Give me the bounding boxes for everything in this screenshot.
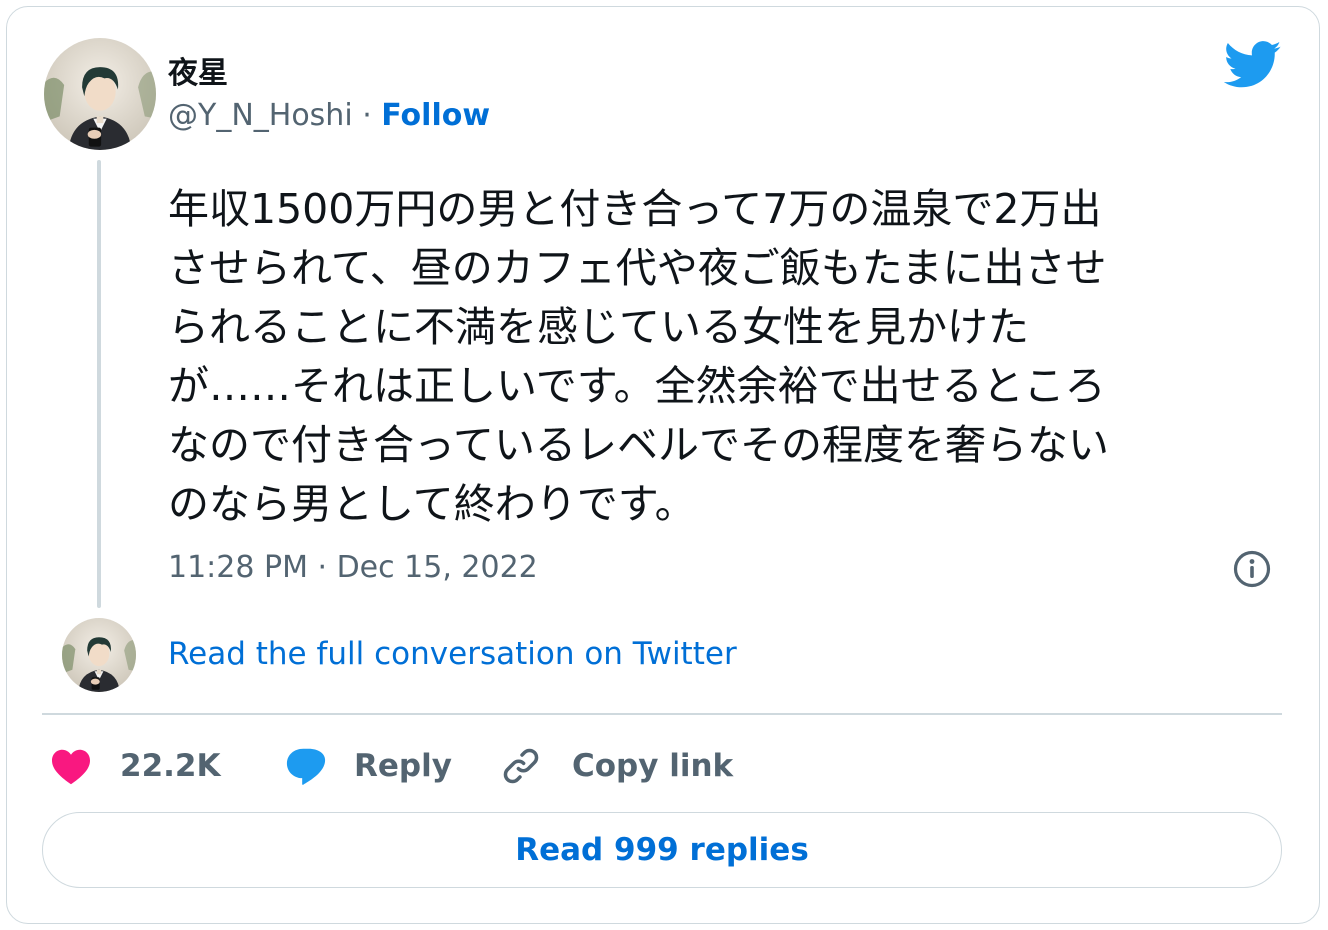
tweet-timestamp[interactable]: 11:28 PM · Dec 15, 2022	[168, 550, 538, 585]
like-count: 22.2K	[120, 748, 221, 784]
speech-bubble-icon	[286, 748, 326, 785]
tweet-text: 年収1500万円の男と付き合って7万の温泉で2万出 させられて、昼のカフェ代や夜…	[168, 185, 1109, 528]
read-replies-button[interactable]: Read 999 replies	[42, 812, 1282, 888]
link-icon	[503, 748, 539, 784]
divider	[42, 713, 1282, 715]
heart-icon	[52, 749, 90, 785]
avatar-illustration-icon	[44, 38, 156, 150]
author-avatar-small[interactable]	[62, 618, 136, 692]
copy-link-button[interactable]: Copy link	[500, 744, 733, 788]
twitter-bird-icon[interactable]	[1223, 40, 1282, 90]
avatar-illustration-icon	[62, 618, 136, 692]
author-display-name[interactable]: 夜星	[168, 48, 228, 92]
author-handle[interactable]: @Y_N_Hoshi	[168, 98, 353, 133]
handle-separator: ·	[352, 98, 382, 133]
info-icon[interactable]	[1232, 549, 1272, 589]
reply-label: Reply	[354, 748, 452, 784]
copy-link-label: Copy link	[572, 748, 734, 784]
like-button[interactable]: 22.2K	[50, 744, 221, 788]
thread-line	[97, 160, 101, 608]
reply-button[interactable]: Reply	[284, 744, 452, 788]
author-avatar[interactable]	[44, 38, 156, 150]
follow-link[interactable]: Follow	[381, 98, 490, 133]
read-replies-label: Read 999 replies	[515, 832, 809, 868]
read-conversation-link[interactable]: Read the full conversation on Twitter	[168, 636, 737, 672]
author-handle-row: @Y_N_Hoshi · Follow	[168, 98, 490, 133]
